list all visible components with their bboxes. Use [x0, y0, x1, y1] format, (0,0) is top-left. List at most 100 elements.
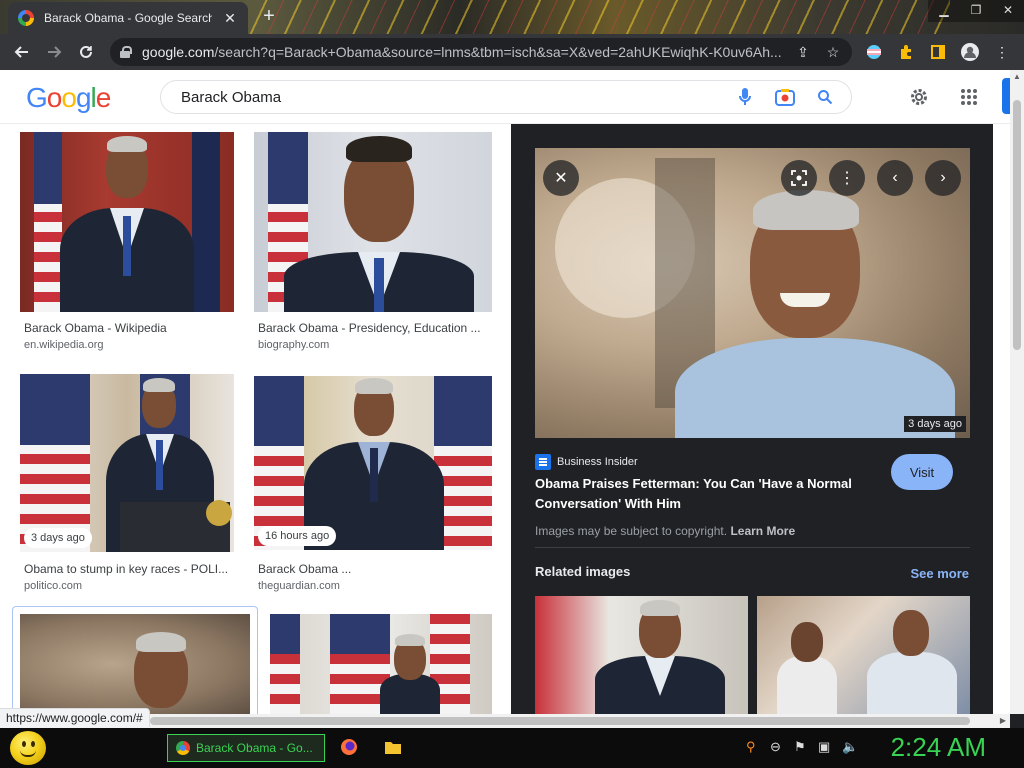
copyright-notice: Images may be subject to copyright. Lear… — [535, 524, 795, 538]
sign-in-button-edge[interactable] — [1002, 78, 1010, 114]
search-tray-icon[interactable]: ⚲ — [746, 739, 756, 755]
google-images-page: Google Barack Obama Barack Obama - Wikip… — [0, 70, 1010, 714]
google-apps-grid-icon[interactable] — [956, 84, 982, 110]
volume-speaker-icon[interactable]: 🔈 — [842, 739, 858, 755]
scroll-up-arrow-icon[interactable]: ▲ — [1010, 70, 1024, 84]
google-logo[interactable]: Google — [26, 82, 112, 114]
logo-letter: o — [46, 82, 63, 113]
tab-title: Barack Obama - Google Search — [44, 11, 212, 25]
result-thumbnail[interactable] — [254, 132, 492, 312]
related-image[interactable] — [757, 596, 970, 714]
forward-arrow-icon[interactable] — [38, 36, 70, 68]
logo-letter: o — [61, 82, 77, 113]
vertical-scrollbar[interactable]: ▲ — [1010, 70, 1024, 714]
wallpaper-scribble — [250, 0, 950, 34]
minimize-button[interactable]: ▁ — [928, 0, 960, 22]
scrollbar-thumb[interactable] — [1013, 100, 1021, 350]
tab-close-icon[interactable]: ✕ — [222, 10, 238, 27]
scrollbar-thumb[interactable] — [150, 717, 970, 725]
result-title[interactable]: Barack Obama - Wikipedia — [24, 321, 234, 335]
side-panel-icon[interactable] — [926, 40, 950, 64]
result-source[interactable]: biography.com — [258, 339, 329, 351]
back-arrow-icon[interactable] — [6, 36, 38, 68]
result-title[interactable]: Barack Obama - Presidency, Education ... — [258, 321, 490, 335]
copyright-text: Images may be subject to copyright. — [535, 524, 728, 538]
result-thumbnail[interactable] — [270, 614, 492, 714]
previous-chevron-icon[interactable]: ‹ — [877, 160, 913, 196]
profile-avatar-icon[interactable] — [958, 40, 982, 64]
business-insider-logo-icon — [535, 454, 551, 470]
related-image[interactable] — [535, 596, 748, 714]
time-badge: 3 days ago — [24, 528, 92, 548]
more-options-icon[interactable]: ⋮ — [829, 160, 865, 196]
close-window-button[interactable]: ✕ — [992, 0, 1024, 22]
result-source[interactable]: politico.com — [24, 580, 82, 592]
result-thumbnail[interactable] — [20, 614, 250, 714]
preview-image[interactable]: ✕ ⋮ ‹ › 3 days ago — [535, 148, 970, 438]
flag-tray-icon[interactable]: ⚑ — [794, 739, 806, 755]
browser-menu-icon[interactable]: ⋮ — [990, 40, 1014, 64]
image-result-card[interactable] — [20, 614, 250, 714]
start-smiley-icon[interactable] — [10, 731, 46, 765]
image-result-card[interactable] — [270, 614, 492, 714]
logo-letter: g — [75, 82, 92, 113]
result-source[interactable]: en.wikipedia.org — [24, 339, 104, 351]
close-preview-icon[interactable]: ✕ — [543, 160, 579, 196]
result-thumbnail[interactable]: 3 days ago — [20, 374, 234, 552]
search-box[interactable]: Barack Obama — [160, 80, 852, 114]
taskbar: Barack Obama - Go... ⚲ ⊖ ⚑ ▣ 🔈 2:24 AM — [0, 728, 1024, 768]
share-icon[interactable]: ⇪ — [794, 44, 812, 61]
result-title[interactable]: Obama to stump in key races - POLI... — [24, 562, 234, 576]
result-title[interactable]: Barack Obama ... — [258, 562, 490, 576]
link-status-bubble: https://www.google.com/# — [0, 708, 150, 727]
google-header: Google Barack Obama — [0, 70, 1010, 124]
divider — [535, 547, 970, 548]
learn-more-link[interactable]: Learn More — [730, 524, 795, 538]
time-badge: 16 hours ago — [258, 526, 337, 546]
visit-button[interactable]: Visit — [891, 454, 953, 490]
profile-flag-icon[interactable] — [862, 40, 886, 64]
restore-button[interactable]: ❐ — [960, 0, 992, 22]
extensions-puzzle-icon[interactable] — [894, 40, 918, 64]
lens-camera-icon[interactable] — [773, 85, 797, 109]
result-thumbnail[interactable]: 16 hours ago — [254, 376, 492, 550]
folder-icon[interactable] — [384, 738, 402, 756]
address-url[interactable]: google.com/search?q=Barack+Obama&source=… — [142, 44, 782, 60]
lens-search-icon[interactable] — [781, 160, 817, 196]
logo-letter: e — [95, 82, 112, 113]
preview-title[interactable]: Obama Praises Fetterman: You Can 'Have a… — [535, 474, 885, 514]
source-name[interactable]: Business Insider — [557, 456, 638, 468]
horizontal-scrollbar[interactable]: ▶ — [0, 714, 1010, 728]
bookmark-star-icon[interactable]: ☆ — [824, 44, 842, 61]
image-result-card[interactable]: 3 days ago Obama to stump in key races -… — [20, 374, 234, 594]
lock-icon[interactable] — [120, 46, 132, 58]
reload-icon[interactable] — [70, 36, 102, 68]
browser-tab[interactable]: Barack Obama - Google Search ✕ — [8, 2, 248, 34]
voice-search-mic-icon[interactable] — [733, 85, 757, 109]
result-source[interactable]: theguardian.com — [258, 580, 340, 592]
image-results-grid: Barack Obama - Wikipedia en.wikipedia.or… — [0, 124, 510, 714]
firefox-icon[interactable] — [340, 738, 358, 756]
settings-gear-icon[interactable] — [906, 84, 932, 110]
logo-letter: G — [26, 82, 48, 113]
scroll-right-arrow-icon[interactable]: ▶ — [1000, 714, 1006, 728]
system-clock[interactable]: 2:24 AM — [891, 732, 986, 763]
next-chevron-icon[interactable]: › — [925, 160, 961, 196]
search-icon[interactable] — [813, 85, 837, 109]
new-tab-button[interactable]: + — [256, 4, 282, 30]
preview-source[interactable]: Business Insider — [535, 454, 638, 470]
window-controls: ▁ ❐ ✕ — [928, 0, 1024, 22]
image-result-card[interactable]: Barack Obama - Presidency, Education ...… — [254, 132, 492, 352]
address-bar[interactable]: google.com/search?q=Barack+Obama&source=… — [110, 38, 852, 66]
chrome-icon — [176, 741, 190, 755]
image-result-card[interactable]: 16 hours ago Barack Obama ... theguardia… — [254, 376, 492, 596]
url-path: /search?q=Barack+Obama&source=lnms&tbm=i… — [214, 44, 782, 60]
network-tray-icon[interactable]: ▣ — [818, 739, 830, 755]
search-input[interactable]: Barack Obama — [181, 89, 717, 106]
see-more-link[interactable]: See more — [910, 566, 969, 581]
minus-tray-icon[interactable]: ⊖ — [770, 739, 781, 755]
task-label: Barack Obama - Go... — [196, 741, 313, 755]
taskbar-chrome-task[interactable]: Barack Obama - Go... — [167, 734, 325, 762]
result-thumbnail[interactable] — [20, 132, 234, 312]
image-result-card[interactable]: Barack Obama - Wikipedia en.wikipedia.or… — [20, 132, 234, 352]
